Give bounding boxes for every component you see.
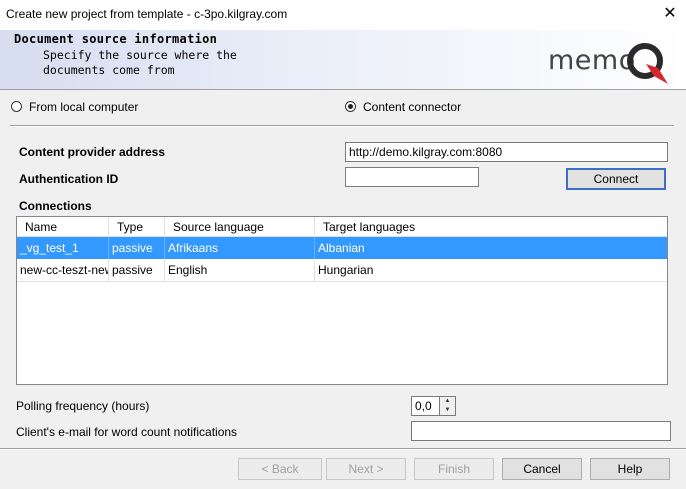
row-divider [17, 281, 667, 282]
next-button[interactable]: Next > [326, 458, 406, 480]
wizard-header: Document source information Specify the … [0, 30, 686, 90]
column-header-source-language[interactable]: Source language [165, 217, 315, 237]
table-row[interactable]: new-cc-teszt-new passive English Hungari… [17, 259, 667, 281]
memoq-logo: memo Q [548, 42, 686, 84]
window-title: Create new project from template - c-3po… [6, 7, 288, 21]
title-bar: Create new project from template - c-3po… [0, 0, 686, 30]
connections-label: Connections [19, 199, 92, 213]
cancel-button[interactable]: Cancel [502, 458, 582, 480]
spin-down-icon[interactable]: ▼ [440, 406, 455, 415]
back-button[interactable]: < Back [238, 458, 322, 480]
cell-target-languages: Albanian [318, 241, 365, 255]
logo-q-icon [627, 43, 668, 84]
provider-address-label: Content provider address [19, 145, 166, 159]
table-row[interactable]: _vg_test_1 passive Afrikaans Albanian [17, 237, 667, 259]
cell-type: passive [109, 259, 165, 281]
cell-name: new-cc-teszt-new [17, 259, 109, 281]
cell-source-language: English [165, 259, 315, 281]
column-header-target-languages[interactable]: Target languages [315, 217, 667, 237]
finish-button[interactable]: Finish [414, 458, 494, 480]
content-connector-label[interactable]: Content connector [363, 100, 461, 114]
polling-frequency-spinner[interactable]: ▲ ▼ [439, 396, 456, 416]
provider-address-input[interactable]: http://demo.kilgray.com:8080 [345, 142, 668, 162]
polling-frequency-label: Polling frequency (hours) [16, 399, 150, 413]
client-email-label: Client's e-mail for word count notificat… [16, 425, 238, 439]
spin-up-icon[interactable]: ▲ [440, 397, 455, 406]
cell-type: passive [109, 237, 165, 259]
page-title: Document source information [14, 32, 218, 46]
help-button[interactable]: Help [590, 458, 670, 480]
separator [10, 125, 674, 127]
cell-target-languages: Hungarian [318, 263, 374, 277]
authentication-id-input[interactable] [345, 167, 479, 187]
polling-frequency-input[interactable]: 0,0 [411, 396, 440, 416]
connect-button[interactable]: Connect [566, 168, 666, 190]
close-icon[interactable]: ✕ [659, 3, 681, 25]
footer-separator [0, 448, 686, 450]
local-computer-radio[interactable] [11, 101, 22, 112]
subtitle-line-2: documents come from [43, 63, 175, 77]
connections-table[interactable]: Name Type Source language Target languag… [16, 216, 668, 385]
authentication-id-label: Authentication ID [19, 172, 119, 186]
content-connector-radio[interactable] [345, 101, 356, 112]
page-subtitle: Specify the source where the documents c… [43, 48, 243, 78]
column-header-name[interactable]: Name [17, 217, 109, 237]
subtitle-line-1: Specify the source where the [43, 48, 237, 62]
logo-text: memo [548, 45, 636, 76]
column-header-type[interactable]: Type [109, 217, 165, 237]
local-computer-label[interactable]: From local computer [29, 100, 138, 114]
cell-source-language: Afrikaans [165, 237, 315, 259]
client-email-input[interactable] [411, 421, 671, 441]
cell-name: _vg_test_1 [17, 237, 109, 259]
